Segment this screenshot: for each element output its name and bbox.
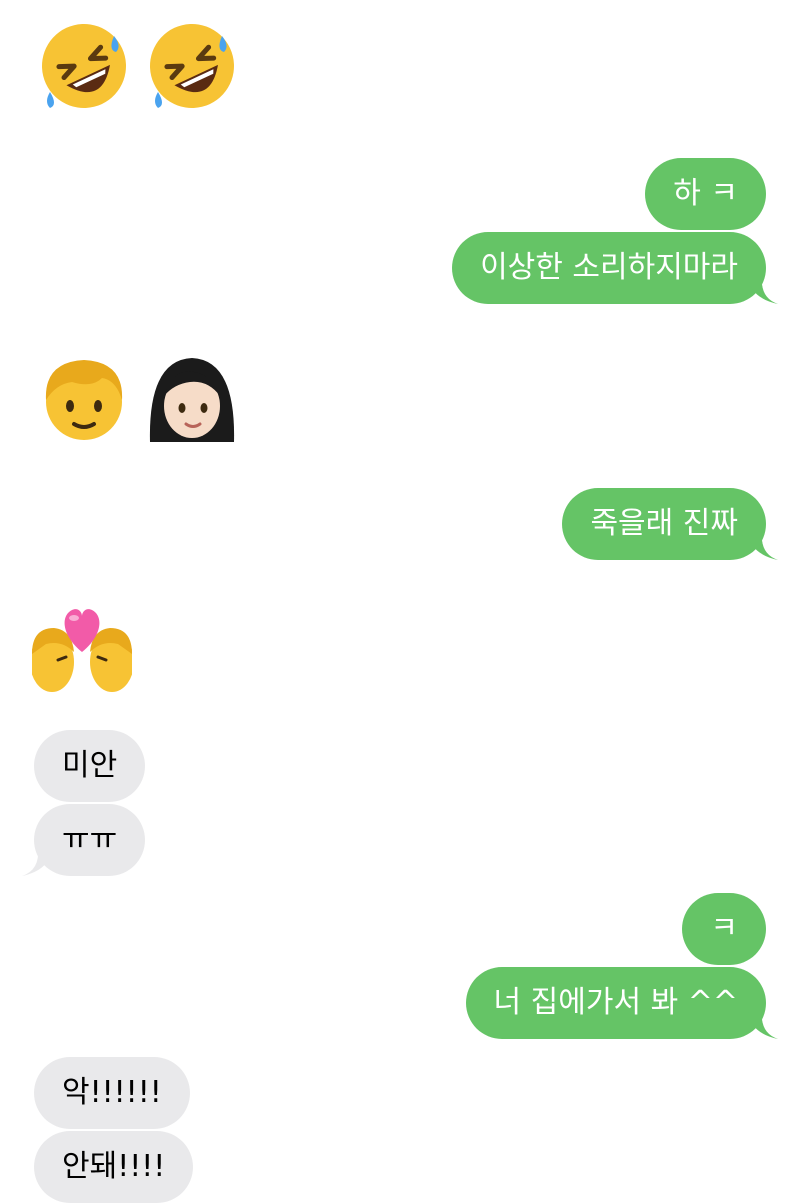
rolling-on-floor-laughing-icon <box>42 24 126 108</box>
message-text: 너 집에가서 봐 ^^ <box>493 985 738 1020</box>
received-message-bubble[interactable]: 안돼!!!! <box>34 1131 194 1203</box>
message-text: ㅋ <box>710 911 738 946</box>
rolling-on-floor-laughing-icon <box>150 24 234 108</box>
child-icon <box>45 360 123 440</box>
sent-message-bubble[interactable]: 이상한 소리하지마라 <box>452 232 778 304</box>
message-text: 미안 <box>62 748 118 783</box>
received-message-bubble[interactable]: 악!!!!!! <box>34 1057 190 1129</box>
received-message-bubble[interactable]: 미안 <box>34 730 146 802</box>
message-text: ㅠㅠ <box>62 822 118 857</box>
bubble-tail-icon <box>748 1011 778 1039</box>
kiss-icon <box>32 609 132 692</box>
emoji-message-people[interactable] <box>36 350 240 446</box>
sent-message-bubble[interactable]: 죽을래 진짜 <box>562 488 778 560</box>
emoji-message-laughing[interactable] <box>36 18 240 114</box>
message-text: 안돼!!!! <box>62 1149 166 1184</box>
woman-icon <box>149 358 235 442</box>
emoji-message-kiss[interactable] <box>32 602 132 698</box>
bubble-tail-icon <box>748 532 778 560</box>
bubble-tail-icon <box>22 848 52 876</box>
sent-message-bubble[interactable]: 하 ㅋ <box>645 158 766 230</box>
message-text: 이상한 소리하지마라 <box>480 250 738 285</box>
message-text: 죽을래 진짜 <box>590 506 738 541</box>
received-message-bubble[interactable]: ㅠㅠ <box>22 804 146 876</box>
message-text: 하 ㅋ <box>673 176 738 211</box>
bubble-tail-icon <box>748 276 778 304</box>
sent-message-bubble[interactable]: ㅋ <box>682 893 766 965</box>
message-text: 악!!!!!! <box>62 1075 162 1110</box>
sent-message-bubble[interactable]: 너 집에가서 봐 ^^ <box>465 967 778 1039</box>
